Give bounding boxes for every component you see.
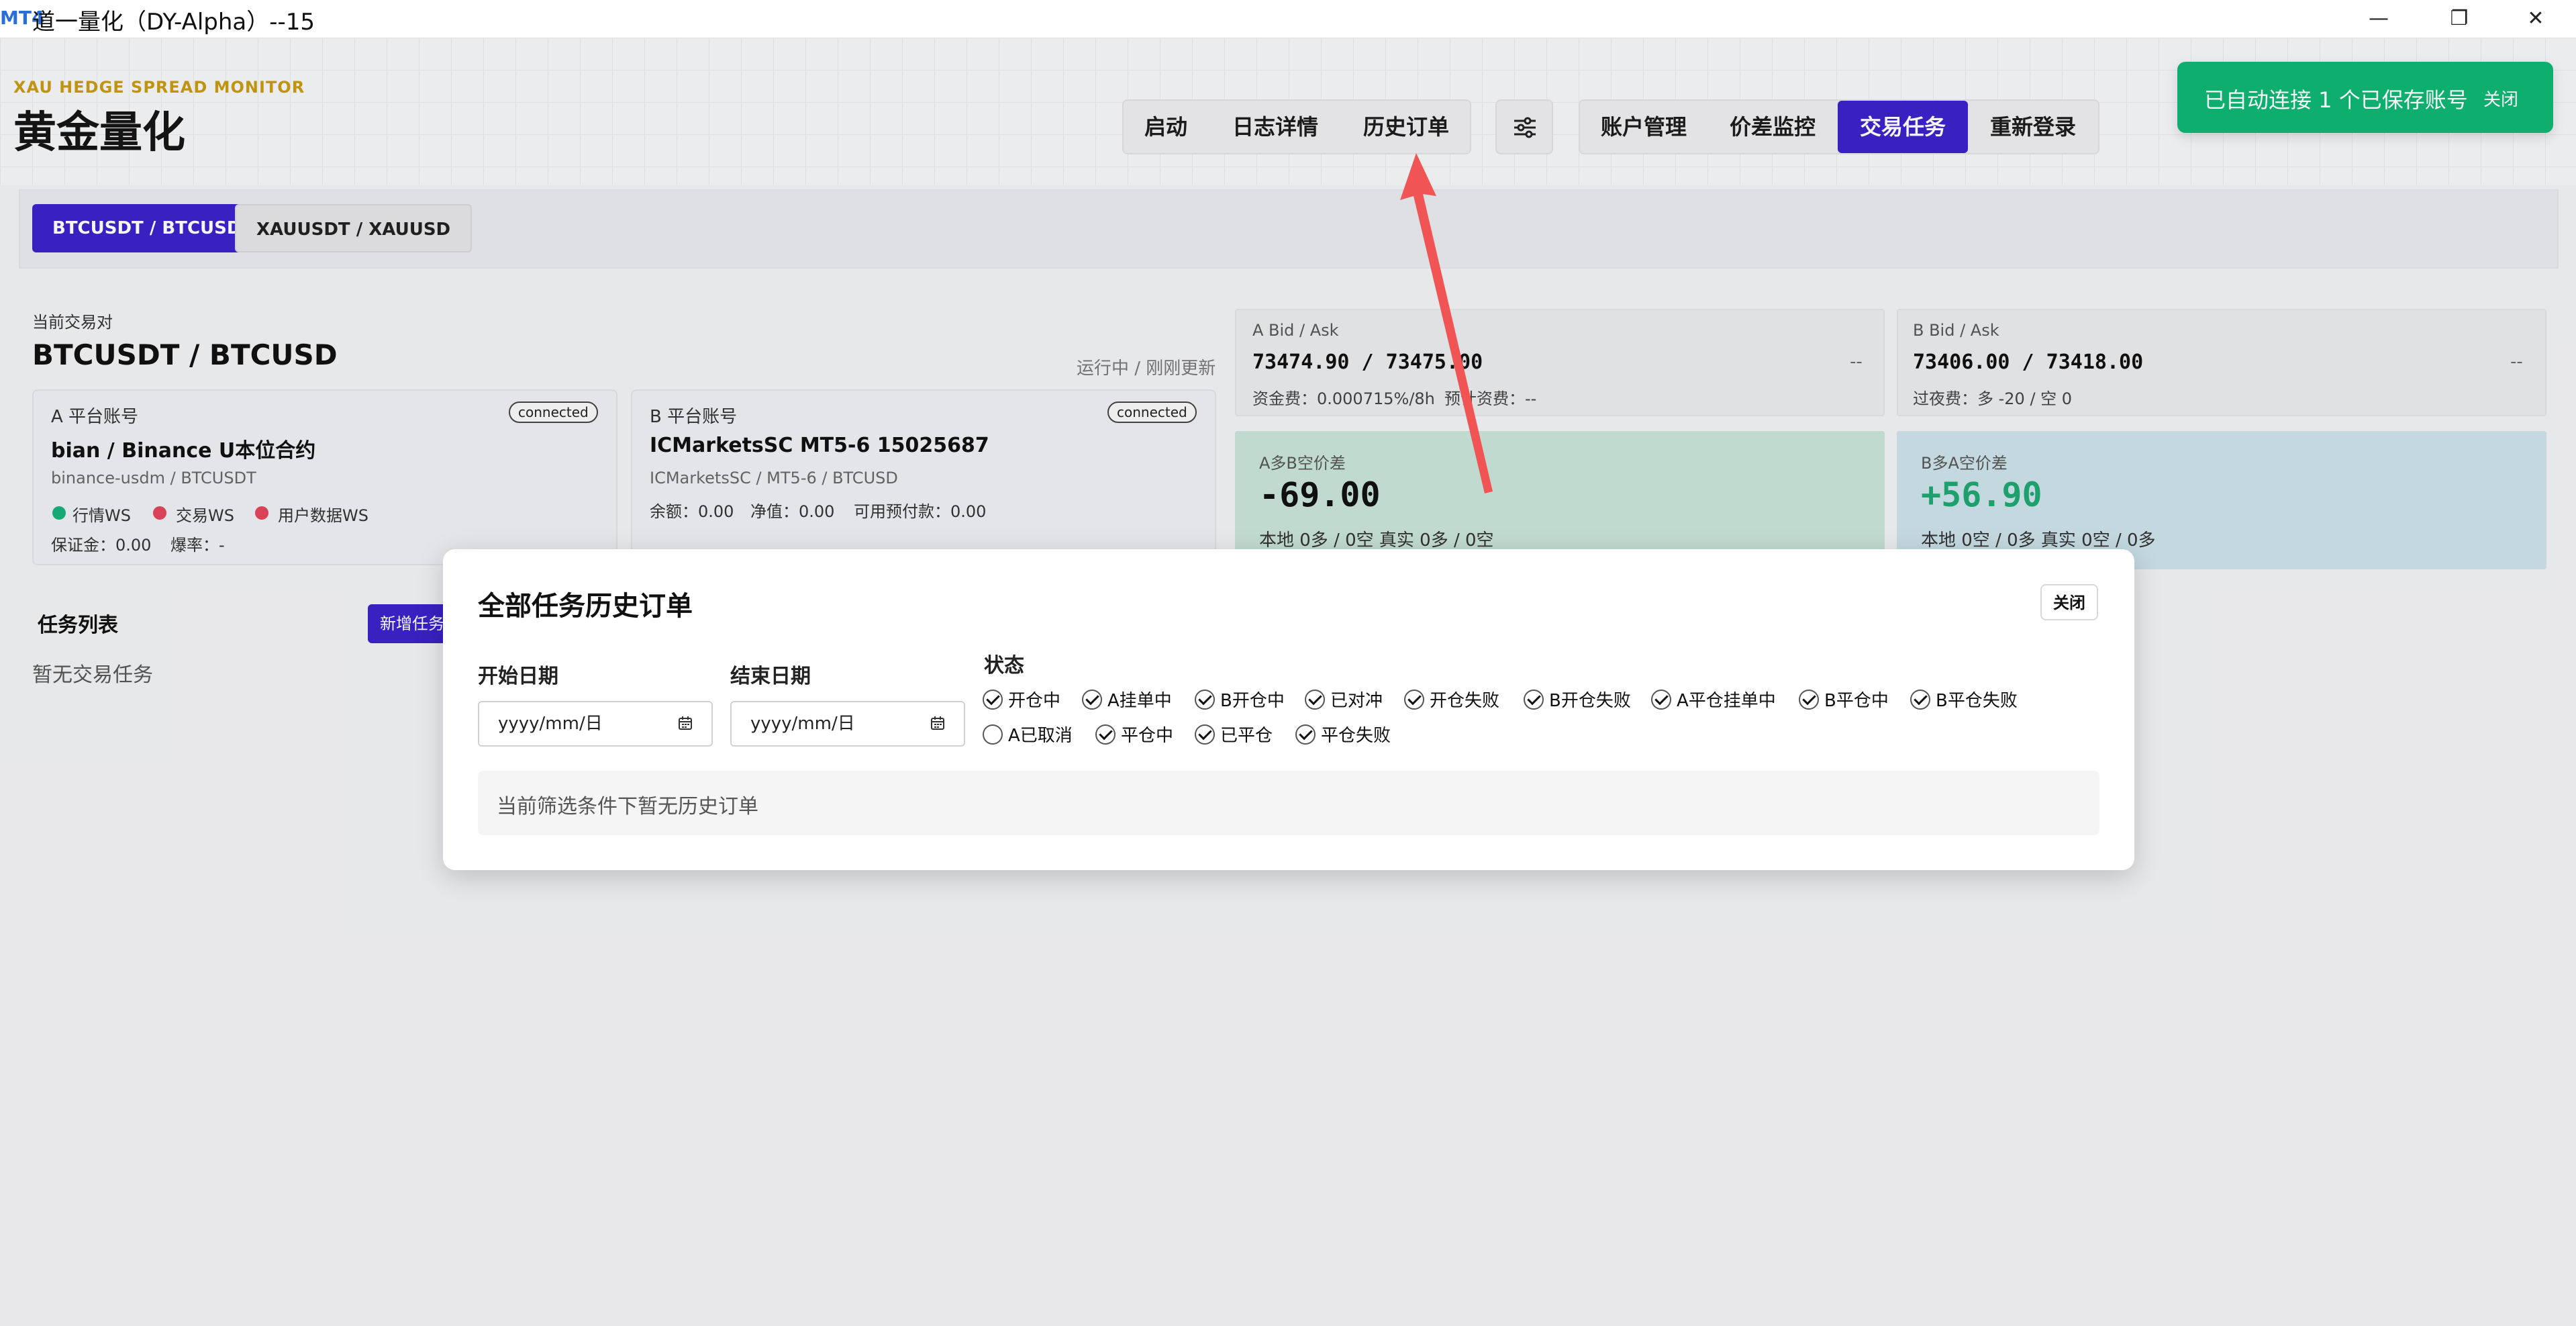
close-window-button[interactable]: ✕	[2495, 0, 2576, 38]
status-checkbox-label: 平仓失败	[1321, 726, 1391, 746]
annotation-arrow-icon	[1400, 153, 1493, 493]
status-checkbox-label: 开仓失败	[1430, 691, 1500, 711]
checkbox-icon	[1910, 689, 1930, 710]
app-window: MT4 道一量化（DY-Alpha）--15 — ❐ ✕ XAU HEDGE S…	[0, 0, 2576, 1326]
minimize-button[interactable]: —	[2338, 0, 2419, 38]
checkbox-icon	[983, 689, 1003, 710]
start-date-label: 开始日期	[478, 665, 558, 688]
status-checkbox[interactable]: 已对冲	[1305, 687, 1383, 714]
restore-button[interactable]: ❐	[2419, 0, 2499, 38]
checkbox-icon	[1195, 689, 1215, 710]
calendar-icon[interactable]	[930, 716, 945, 730]
status-checkbox[interactable]: A已取消	[983, 722, 1073, 749]
status-checkbox-label: A平仓挂单中	[1677, 691, 1776, 711]
status-checkbox[interactable]: A平仓挂单中	[1651, 687, 1776, 714]
status-checkbox[interactable]: B开仓失败	[1524, 687, 1631, 714]
checkbox-icon	[1295, 724, 1316, 745]
status-checkbox-label: B开仓中	[1220, 691, 1285, 711]
status-checkbox[interactable]: 已平仓	[1195, 722, 1273, 749]
history-empty-message: 当前筛选条件下暂无历史订单	[497, 795, 758, 818]
status-checkbox-label: B平仓中	[1824, 691, 1889, 711]
window-title: 道一量化（DY-Alpha）--15	[32, 9, 315, 36]
status-label: 状态	[984, 654, 1024, 677]
calendar-icon[interactable]	[678, 716, 693, 730]
status-checkbox[interactable]: 平仓中	[1095, 722, 1173, 749]
status-checkbox[interactable]: 开仓失败	[1404, 687, 1499, 714]
checkbox-icon	[1082, 689, 1102, 710]
window-titlebar	[0, 0, 2576, 38]
status-checkbox-label: A挂单中	[1107, 691, 1172, 711]
checkbox-icon	[1651, 689, 1671, 710]
checkbox-icon	[1404, 689, 1424, 710]
status-checkbox[interactable]: B平仓中	[1799, 687, 1889, 714]
status-checkbox[interactable]: B平仓失败	[1910, 687, 2018, 714]
status-checkbox-label: B开仓失败	[1549, 691, 1631, 711]
checkbox-icon	[1305, 689, 1325, 710]
checkbox-icon	[1524, 689, 1544, 710]
status-checkbox-label: A已取消	[1008, 726, 1073, 746]
status-checkbox-label: 平仓中	[1121, 726, 1174, 746]
modal-close-button[interactable]: 关闭	[2040, 584, 2098, 620]
end-date-label: 结束日期	[730, 665, 811, 688]
checkbox-icon	[1095, 724, 1116, 745]
status-checkbox-label: 已平仓	[1220, 726, 1273, 746]
status-checkbox[interactable]: 开仓中	[983, 687, 1060, 714]
status-checkbox[interactable]: A挂单中	[1082, 687, 1172, 714]
checkbox-icon	[1799, 689, 1819, 710]
checkbox-icon	[1195, 724, 1215, 745]
status-checkbox-label: 开仓中	[1008, 691, 1061, 711]
checkbox-icon	[983, 724, 1003, 745]
status-checkbox[interactable]: 平仓失败	[1295, 722, 1391, 749]
modal-title: 全部任务历史订单	[478, 591, 693, 622]
status-checkbox-label: 已对冲	[1330, 691, 1383, 711]
status-checkbox[interactable]: B开仓中	[1195, 687, 1285, 714]
status-checkbox-label: B平仓失败	[1936, 691, 2018, 711]
